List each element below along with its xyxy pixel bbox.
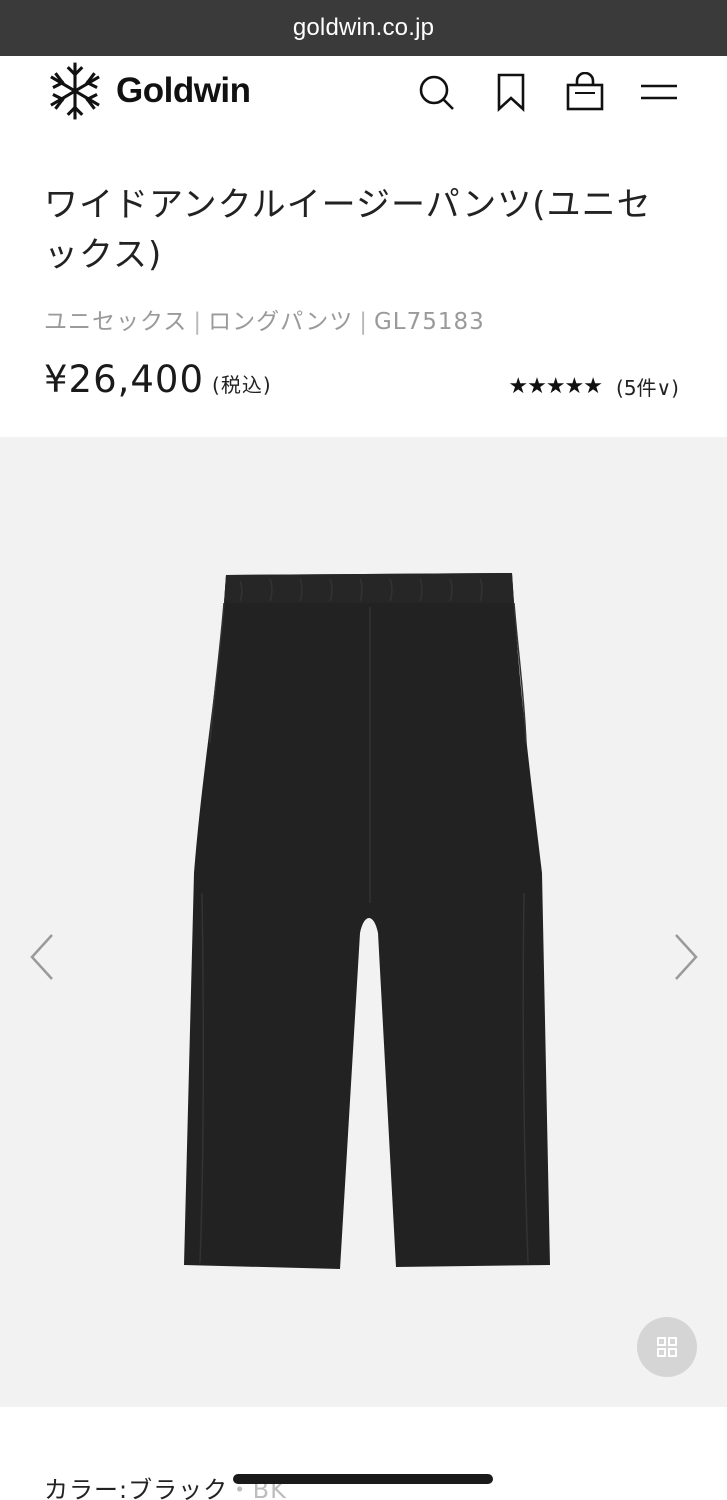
review-rating[interactable]: ★★★★★ (5件∨) <box>508 372 679 401</box>
chevron-left-icon <box>30 934 53 980</box>
product-category[interactable]: ユニセックス <box>44 309 187 335</box>
product-code: GL75183 <box>373 309 485 335</box>
chevron-right-icon <box>675 934 698 980</box>
goldwin-logo[interactable]: Goldwin <box>44 60 251 122</box>
product-title: ワイドアンクルイージーパンツ(ユニセックス) <box>44 185 652 275</box>
product-price: ¥26,400 (税込) <box>44 358 272 401</box>
cart-button[interactable] <box>563 70 607 114</box>
grid-icon <box>657 1337 677 1357</box>
product-image-pants[interactable] <box>180 573 554 1273</box>
search-button[interactable] <box>414 70 458 114</box>
cart-icon <box>566 72 604 111</box>
home-indicator <box>233 1474 493 1484</box>
review-count[interactable]: (5件∨) <box>616 372 679 401</box>
search-icon <box>419 75 454 110</box>
site-header: Goldwin <box>0 56 727 132</box>
next-image-button[interactable] <box>666 927 706 987</box>
tax-note: (税込) <box>212 373 272 397</box>
product-image-gallery[interactable] <box>0 437 727 1407</box>
image-grid-button[interactable] <box>637 1317 697 1377</box>
logo-text: Goldwin <box>116 71 251 110</box>
browser-url-bar[interactable]: goldwin.co.jp <box>0 0 727 56</box>
menu-icon <box>641 84 677 100</box>
price-value: ¥26,400 <box>44 358 205 401</box>
product-subcategory[interactable]: ロングパンツ <box>208 309 353 335</box>
prev-image-button[interactable] <box>22 927 62 987</box>
url-text: goldwin.co.jp <box>292 14 435 41</box>
rating-stars: ★★★★★ <box>508 374 603 399</box>
color-name: カラー:ブラック <box>44 1476 228 1500</box>
bookmark-button[interactable] <box>489 70 533 114</box>
menu-button[interactable] <box>637 70 681 114</box>
product-meta: ユニセックス | ロングパンツ | GL75183 <box>44 309 485 335</box>
goldwin-snowflake-icon <box>50 62 100 120</box>
bookmark-icon <box>497 73 525 112</box>
